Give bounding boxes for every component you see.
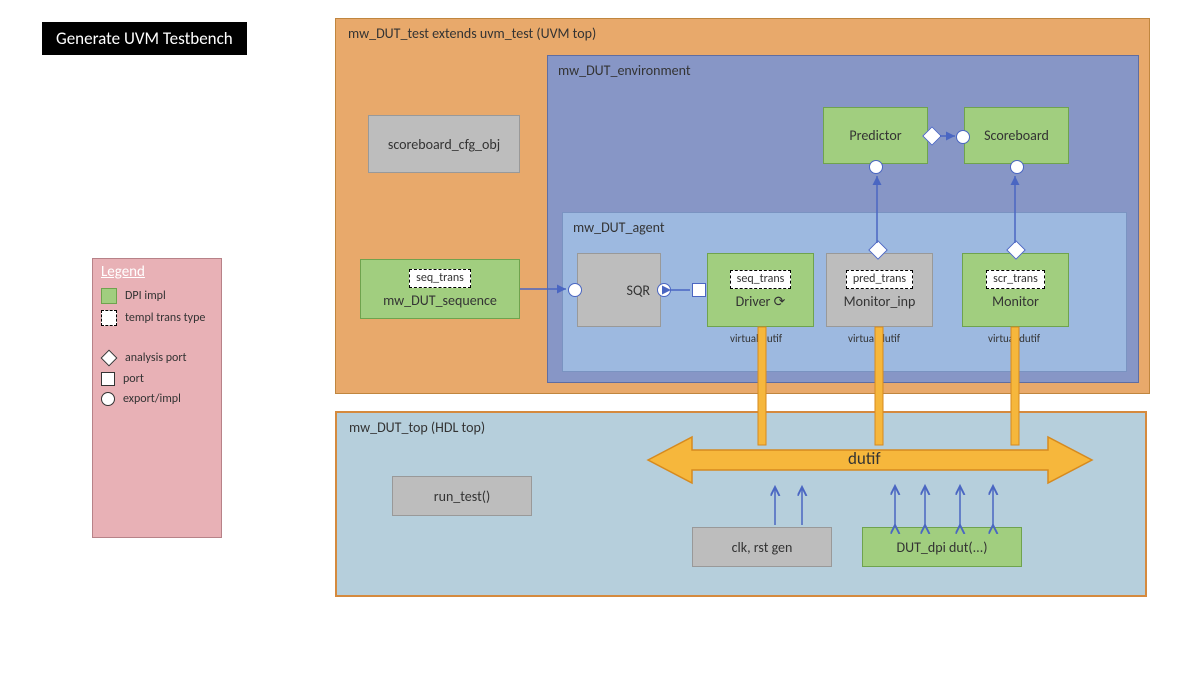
- diagram-canvas: Generate UVM Testbench Legend DPI impl t…: [0, 0, 1200, 675]
- sqr-left-export-icon: [568, 283, 582, 297]
- scoreboard-box: Scoreboard: [964, 107, 1069, 164]
- legend-port: port: [93, 369, 221, 389]
- legend-export-impl: export/impl: [93, 389, 221, 409]
- legend-templ-trans-label: templ trans type: [125, 311, 205, 325]
- legend-dpi-impl-label: DPI impl: [125, 289, 166, 303]
- sqr-box: SQR: [577, 253, 661, 327]
- legend-analysis-port: analysis port: [93, 347, 221, 369]
- sequence-box: seq_trans mw_DUT_sequence: [360, 259, 520, 319]
- run-test-label: run_test(): [434, 488, 491, 505]
- hdl-top-label: mw_DUT_top (HDL top): [349, 419, 485, 436]
- monitor-inp-vif: virtual dutif: [848, 332, 900, 345]
- predictor-box: Predictor: [823, 107, 928, 164]
- driver-vif: virtual dutif: [730, 332, 782, 345]
- driver-name: Driver ⟳: [736, 293, 786, 310]
- driver-trans: seq_trans: [730, 270, 792, 288]
- sqr-label: SQR: [627, 282, 650, 299]
- square-swatch-icon: [101, 372, 115, 386]
- legend-title: Legend: [93, 259, 221, 285]
- green-swatch-icon: [101, 288, 117, 304]
- monitor-inp-name: Monitor_inp: [844, 293, 916, 310]
- scoreboard-bottom-export-icon: [1010, 160, 1024, 174]
- legend-templ-trans: templ trans type: [93, 307, 221, 329]
- monitor-box: scr_trans Monitor: [962, 253, 1069, 327]
- scoreboard-export-icon: [956, 130, 970, 144]
- sequence-name: mw_DUT_sequence: [383, 292, 497, 309]
- monitor-trans: scr_trans: [986, 270, 1045, 288]
- dashed-swatch-icon: [101, 310, 117, 326]
- dutif-label: dutif: [848, 448, 881, 469]
- legend-analysis-port-label: analysis port: [125, 351, 187, 365]
- monitor-vif: virtual dutif: [988, 332, 1040, 345]
- clk-rst-label: clk, rst gen: [732, 539, 793, 556]
- scoreboard-cfg-box: scoreboard_cfg_obj: [368, 115, 520, 173]
- legend-dpi-impl: DPI impl: [93, 285, 221, 307]
- driver-box: seq_trans Driver ⟳: [707, 253, 814, 327]
- driver-left-port-icon: [692, 283, 706, 297]
- page-title: Generate UVM Testbench: [42, 22, 247, 55]
- legend-export-impl-label: export/impl: [123, 392, 181, 406]
- legend-port-label: port: [123, 372, 144, 386]
- scoreboard-cfg-label: scoreboard_cfg_obj: [388, 136, 500, 153]
- monitor-name: Monitor: [992, 293, 1039, 310]
- monitor-inp-trans: pred_trans: [846, 270, 913, 288]
- legend: Legend DPI impl templ trans type analysi…: [92, 258, 222, 538]
- scoreboard-label: Scoreboard: [984, 127, 1049, 144]
- sqr-right-export-icon: [657, 283, 671, 297]
- run-test-box: run_test(): [392, 476, 532, 516]
- dut-label: DUT_dpi dut(...): [897, 539, 988, 556]
- sequence-trans-label: seq_trans: [409, 269, 471, 287]
- uvm-top-label: mw_DUT_test extends uvm_test (UVM top): [348, 25, 596, 42]
- diamond-swatch-icon: [101, 350, 118, 367]
- agent-label: mw_DUT_agent: [573, 219, 665, 236]
- predictor-bottom-export-icon: [869, 160, 883, 174]
- monitor-inp-box: pred_trans Monitor_inp: [826, 253, 933, 327]
- environment-label: mw_DUT_environment: [558, 62, 691, 79]
- circle-swatch-icon: [101, 392, 115, 406]
- predictor-label: Predictor: [849, 127, 901, 144]
- dut-box: DUT_dpi dut(...): [862, 527, 1022, 567]
- clk-rst-box: clk, rst gen: [692, 527, 832, 567]
